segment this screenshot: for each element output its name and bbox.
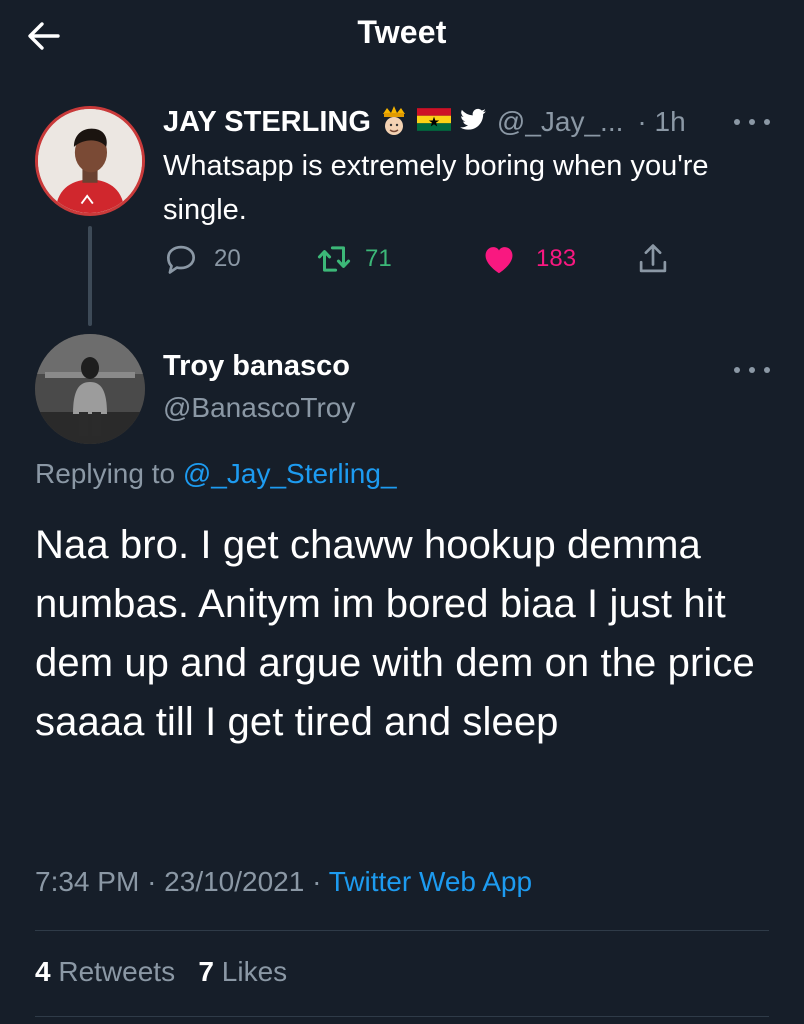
- tweet-meta: 7:34 PM · 23/10/2021 · Twitter Web App: [35, 866, 532, 898]
- tweet-source-link[interactable]: Twitter Web App: [329, 866, 532, 897]
- retweet-count: 71: [365, 245, 392, 272]
- more-dot: [749, 367, 755, 373]
- likes-label: Likes: [221, 956, 288, 987]
- avatar-photo: [35, 334, 145, 444]
- top-bar: Tweet: [0, 0, 804, 72]
- parent-author-row: JAY STERLING @_Jay_... · 1h: [163, 102, 686, 142]
- reply-count: 20: [214, 245, 241, 272]
- parent-tweet-time[interactable]: · 1h: [637, 106, 685, 138]
- reply-tweet-text: Naa bro. I get chaww hookup demma numbas…: [35, 523, 755, 744]
- parent-tweet-text: Whatsapp is extremely boring when you're…: [163, 150, 709, 226]
- more-dot: [764, 367, 770, 373]
- replying-to-handle-link[interactable]: @_Jay_Sterling_: [183, 458, 397, 489]
- engagement-stats: 4 Retweets 7 Likes: [35, 956, 287, 988]
- reply-author-avatar[interactable]: [35, 334, 145, 444]
- divider: [35, 930, 769, 931]
- reply-more-button[interactable]: [734, 362, 770, 378]
- more-dot: [749, 119, 755, 125]
- divider: [35, 1016, 769, 1017]
- parent-author-avatar[interactable]: [35, 106, 145, 216]
- parent-author-handle[interactable]: @_Jay_...: [497, 106, 623, 138]
- share-button[interactable]: [634, 240, 672, 278]
- page-title: Tweet: [357, 14, 447, 50]
- ghana-flag-icon: [416, 108, 451, 136]
- like-button[interactable]: 183: [480, 240, 576, 278]
- likes-stat[interactable]: 7 Likes: [198, 956, 287, 987]
- more-dot: [764, 119, 770, 125]
- crown-emoji-icon: [379, 104, 409, 141]
- more-dot: [734, 367, 740, 373]
- reply-icon: [166, 245, 196, 274]
- retweet-icon: [317, 246, 351, 272]
- parent-action-bar: 20 71 183: [0, 240, 804, 284]
- reply-author-handle[interactable]: @BanascoTroy: [163, 392, 355, 424]
- reply-author-name[interactable]: Troy banasco: [163, 350, 350, 383]
- parent-more-button[interactable]: [734, 114, 770, 130]
- replying-to-line: Replying to @_Jay_Sterling_: [35, 458, 397, 490]
- retweets-label: Retweets: [58, 956, 176, 987]
- like-count: 183: [536, 245, 577, 272]
- replying-to-label: Replying to: [35, 458, 176, 489]
- retweets-count: 4: [35, 956, 51, 987]
- retweets-stat[interactable]: 4 Retweets: [35, 956, 175, 987]
- more-dot: [734, 119, 740, 125]
- twitter-bird-icon: [459, 106, 487, 139]
- meta-separator: ·: [147, 866, 165, 897]
- tweet-time[interactable]: 7:34 PM: [35, 866, 139, 897]
- share-icon: [639, 244, 667, 273]
- heart-icon: [485, 247, 513, 274]
- likes-count: 7: [198, 956, 214, 987]
- parent-author-name[interactable]: JAY STERLING: [163, 106, 371, 139]
- tweet-detail-page: Tweet JAY STERLING @_Jay_... · 1h Whatsa…: [0, 0, 804, 1024]
- meta-separator: ·: [312, 866, 329, 897]
- avatar-photo: [38, 109, 142, 213]
- retweet-button[interactable]: 71: [315, 240, 392, 278]
- reply-button[interactable]: 20: [162, 240, 241, 278]
- tweet-date[interactable]: 23/10/2021: [164, 866, 304, 897]
